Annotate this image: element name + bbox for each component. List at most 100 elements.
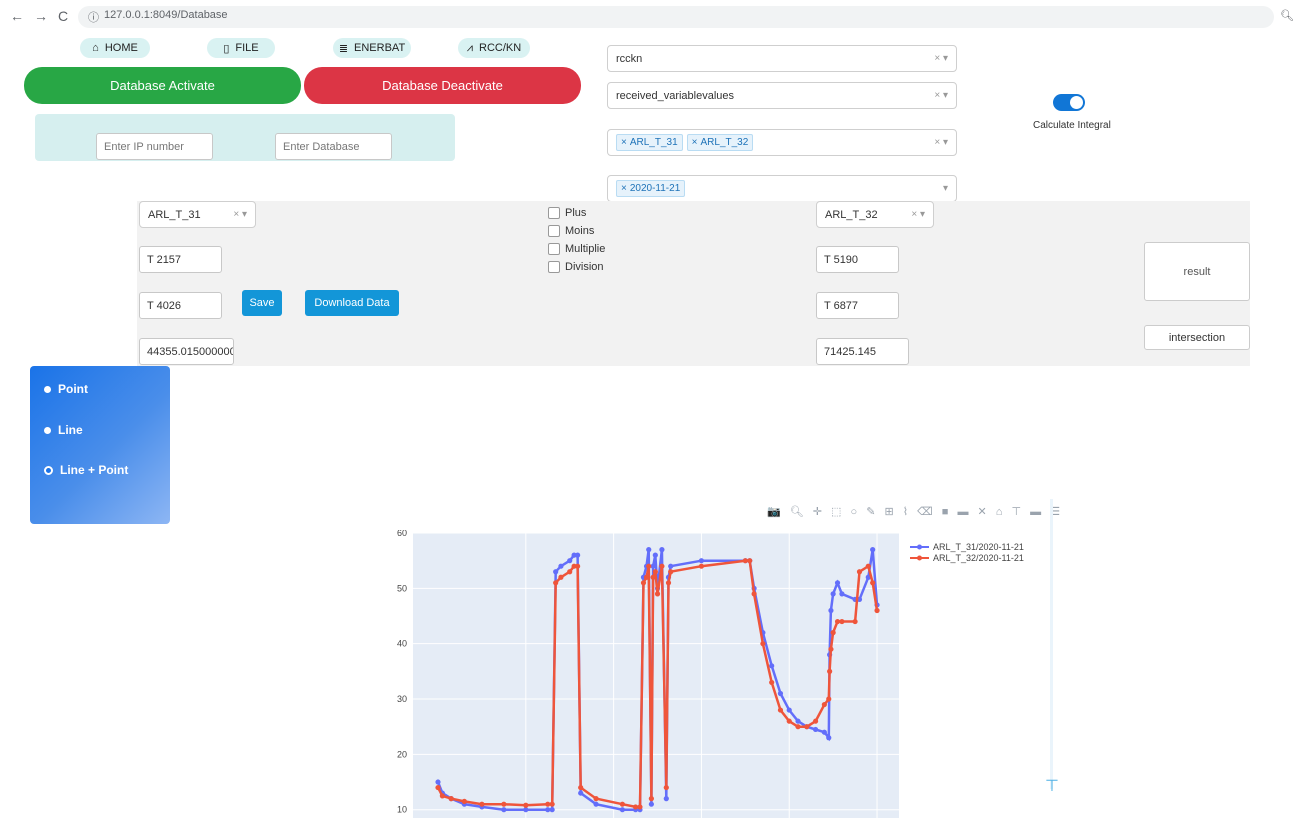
database-deactivate-button[interactable]: Database Deactivate [304,67,581,104]
series-point-2[interactable] [637,804,643,810]
variable-chip[interactable]: × ARL_T_32 [686,134,754,151]
series-point-2[interactable] [435,784,441,791]
series-point-2[interactable] [668,569,674,575]
series-point-1[interactable] [659,547,665,553]
series-point-1[interactable] [839,591,845,597]
right-variable-select[interactable]: ARL_T_32 × ▾ [816,201,934,228]
site-info-icon[interactable]: ⓘ [88,9,99,25]
series-point-2[interactable] [856,569,863,575]
series-point-2[interactable] [501,801,507,807]
home-button[interactable]: ⌂ HOME [80,38,150,58]
series-point-2[interactable] [830,630,836,636]
series-point-1[interactable] [646,547,652,553]
clear-arrow-icon[interactable]: × ▾ [934,137,948,148]
right-integral-value[interactable]: 71425.145 [816,338,909,365]
series-point-1[interactable] [575,552,581,558]
series-point-2[interactable] [654,591,661,597]
left-variable-select[interactable]: ARL_T_31 × ▾ [139,201,256,228]
series-point-2[interactable] [698,563,705,569]
series-point-1[interactable] [652,552,658,558]
reload-icon[interactable]: C [58,8,68,24]
series-point-1[interactable] [593,801,599,807]
range-slider-track[interactable] [1050,499,1053,789]
series-point-1[interactable] [786,707,792,713]
clear-arrow-icon[interactable]: × ▾ [934,53,948,64]
series-point-2[interactable] [852,618,858,625]
series-point-2[interactable] [665,580,672,586]
series-point-2[interactable] [439,793,445,799]
series-point-2[interactable] [839,618,845,625]
series-line-2[interactable] [436,559,879,809]
series-point-1[interactable] [777,690,784,697]
integral-toggle[interactable] [1053,94,1085,111]
left-end-time[interactable]: T 4026 [139,292,222,319]
series-point-1[interactable] [769,663,775,669]
line-chart[interactable]: 10 20 30 40 50 60 ARL_T_31/2020-11-21ARL_T_32/… [380,530,1050,818]
series-point-2[interactable] [479,801,485,807]
line-radio[interactable]: Line [44,423,83,437]
series-point-2[interactable] [821,701,827,708]
series-point-1[interactable] [663,796,669,802]
address-bar[interactable] [78,6,1274,28]
series-point-2[interactable] [786,718,792,724]
series-point-2[interactable] [751,591,757,597]
line-point-radio[interactable]: Line + Point [44,463,128,477]
plus-checkbox[interactable]: Plus [548,204,605,222]
series-point-1[interactable] [578,790,584,796]
date-multiselect[interactable]: × 2020-11-21 ▾ [607,175,957,202]
series-point-2[interactable] [777,707,784,713]
series-point-1[interactable] [553,569,559,575]
variable-chip[interactable]: × ARL_T_31 [616,134,683,151]
multiplie-checkbox[interactable]: Multiplie [548,240,605,258]
moins-checkbox[interactable]: Moins [548,222,605,240]
left-integral-value[interactable]: 44355.015000000 [139,338,234,365]
series-point-1[interactable] [821,729,827,735]
series-point-2[interactable] [461,798,467,804]
legend-label[interactable]: ARL_T_31/2020-11-21 [933,542,1024,552]
series-point-2[interactable] [804,724,810,730]
back-arrow-icon[interactable]: ← [10,8,24,24]
clear-arrow-icon[interactable]: × ▾ [233,209,247,220]
series-point-1[interactable] [558,563,564,569]
variables-multiselect[interactable]: × ARL_T_31 × ARL_T_32 × ▾ [607,129,957,156]
series-point-1[interactable] [830,591,836,597]
left-start-time[interactable]: T 2157 [139,246,222,273]
enerbat-button[interactable]: ≣ ENERBAT [333,38,411,58]
series-point-2[interactable] [663,784,669,791]
clear-arrow-icon[interactable]: × ▾ [911,209,925,220]
series-point-2[interactable] [549,801,555,807]
download-data-button[interactable]: Download Data [305,290,399,316]
series-point-1[interactable] [834,580,841,586]
ip-input[interactable]: Enter IP number [96,133,213,160]
series-point-2[interactable] [593,796,599,802]
series-point-1[interactable] [567,558,573,564]
database-activate-button[interactable]: Database Activate [24,67,301,104]
point-radio[interactable]: Point [44,382,88,396]
forward-arrow-icon[interactable]: → [34,8,48,24]
right-end-time[interactable]: T 6877 [816,292,899,319]
series-point-2[interactable] [865,563,871,569]
series-point-2[interactable] [812,718,819,724]
series-point-2[interactable] [648,796,654,802]
series-point-1[interactable] [549,807,555,813]
database-input[interactable]: Enter Database [275,133,392,160]
save-button[interactable]: Save [242,290,282,316]
rcc-button[interactable]: ⩘ RCC/KN [458,38,530,58]
series-point-2[interactable] [828,646,834,652]
series-point-1[interactable] [501,807,507,813]
series-point-2[interactable] [747,558,753,564]
series-point-1[interactable] [812,726,819,733]
series-point-2[interactable] [870,580,876,586]
series-point-2[interactable] [567,569,573,575]
series-point-2[interactable] [874,607,880,614]
database-select[interactable]: rcckn × ▾ [607,45,957,72]
series-point-2[interactable] [769,679,775,686]
plot-modebar[interactable]: 📷 🔍︎ ✛ ⬚ ○ ✎ ⊞ ⌇ ⌫ ■ ▬ ✕ ⌂ ⊤ ▬ ☰ [767,505,1063,518]
series-point-2[interactable] [575,563,581,569]
division-checkbox[interactable]: Division [548,258,605,276]
series-point-2[interactable] [523,802,529,808]
series-point-2[interactable] [643,574,650,580]
series-point-1[interactable] [870,547,876,553]
series-point-1[interactable] [523,807,529,813]
series-point-2[interactable] [448,796,454,802]
